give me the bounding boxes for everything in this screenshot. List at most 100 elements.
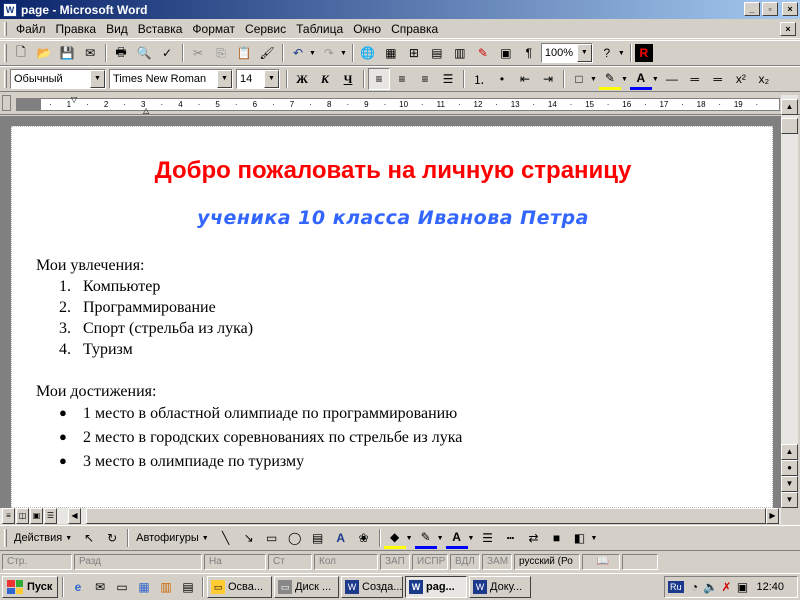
open-folder-icon[interactable]: 📂	[33, 42, 55, 64]
web-view-icon[interactable]: ◫	[16, 508, 29, 524]
borders-icon[interactable]: □	[568, 68, 590, 90]
dash-style-icon[interactable]: ┅	[499, 527, 521, 549]
email-icon[interactable]: ✉	[79, 42, 101, 64]
redo-icon[interactable]: ↷	[318, 42, 340, 64]
scroll-down-icon[interactable]: ▼	[781, 492, 798, 508]
highlight-icon[interactable]: ✎	[598, 68, 621, 90]
3d-icon[interactable]: ◧	[568, 527, 590, 549]
line-color-icon[interactable]: ✎	[414, 527, 437, 549]
spelling-icon[interactable]: ✓	[156, 42, 178, 64]
status-rec[interactable]: ЗАП	[380, 554, 410, 570]
insert-excel-icon[interactable]: ▤	[426, 42, 448, 64]
line-color-dropdown-icon[interactable]: ▼	[437, 535, 444, 542]
show-formatting-icon[interactable]: ¶	[518, 42, 540, 64]
oval-icon[interactable]: ◯	[284, 527, 306, 549]
clock[interactable]: 12:40	[757, 581, 785, 593]
menu-window[interactable]: Окно	[348, 20, 386, 38]
increase-indent-icon[interactable]: ⇥	[537, 68, 559, 90]
font-size-select[interactable]: 14 ▼	[236, 69, 280, 89]
vertical-scrollbar[interactable]: ▲ ▲ ● ▼ ▼	[781, 95, 798, 508]
clipart-icon[interactable]: ❀	[353, 527, 375, 549]
align-center-icon[interactable]: ≡	[391, 68, 413, 90]
highlight-dropdown-icon[interactable]: ▼	[621, 76, 628, 83]
select-browse-object-icon[interactable]: ●	[781, 460, 798, 476]
thick-line-icon[interactable]: ═	[707, 68, 729, 90]
menu-edit[interactable]: Правка	[51, 20, 102, 38]
volume-icon[interactable]: 🔈	[703, 578, 718, 596]
font-color-icon[interactable]: A	[445, 527, 468, 549]
double-line-icon[interactable]: ═	[684, 68, 706, 90]
document-page[interactable]: Добро пожаловать на личную страницу учен…	[11, 126, 773, 508]
task-button[interactable]: ▭ Диск ...	[274, 576, 339, 598]
horizontal-ruler[interactable]: · 1 · 2 · 3 · 4 · 5 · 6 · 7 · 8 · 9 · 10…	[0, 93, 800, 115]
line-style-icon[interactable]: ☰	[476, 527, 498, 549]
numbering-icon[interactable]: ⒈	[468, 68, 490, 90]
task-button-active[interactable]: Wpag...	[405, 576, 467, 598]
style-select[interactable]: Обычный ▼	[10, 69, 106, 89]
status-extend[interactable]: ВДЛ	[450, 554, 480, 570]
scroll-right-icon[interactable]: ▶	[766, 508, 779, 524]
task-button[interactable]: W Созда...	[341, 576, 403, 598]
status-overwrite[interactable]: ЗАМ	[482, 554, 512, 570]
horizontal-scrollbar[interactable]: ≡ ◫ ▣ ☰ ◀ ▶	[0, 508, 781, 524]
insert-table-icon[interactable]: ⊞	[403, 42, 425, 64]
horizontal-scroll-thumb[interactable]	[86, 508, 766, 524]
menu-view[interactable]: Вид	[101, 20, 133, 38]
quicklaunch-app3-icon[interactable]: ▤	[179, 578, 197, 596]
rectangle-icon[interactable]: ▭	[261, 527, 283, 549]
scroll-up-icon[interactable]: ▲	[781, 99, 798, 115]
drawing-icon[interactable]: ✎	[472, 42, 494, 64]
tray-app-icon[interactable]: ▣	[736, 578, 750, 596]
line-style-icon[interactable]: —	[661, 68, 683, 90]
minimize-button[interactable]: _	[744, 2, 760, 16]
quicklaunch-app2-icon[interactable]: ▥	[157, 578, 175, 596]
borders-dropdown-icon[interactable]: ▼	[590, 76, 597, 83]
arrow-icon[interactable]: ↘	[238, 527, 260, 549]
superscript-icon[interactable]: x²	[730, 68, 752, 90]
align-left-icon[interactable]: ≡	[368, 68, 390, 90]
save-icon[interactable]: 💾	[56, 42, 78, 64]
desktop-icon[interactable]: ▭	[113, 578, 131, 596]
status-track[interactable]: ИСПР	[412, 554, 448, 570]
chevron-down-icon[interactable]: ▼	[264, 70, 279, 88]
print-layout-icon[interactable]: ▣	[30, 508, 43, 524]
antivirus-icon[interactable]: ✗	[720, 578, 734, 596]
vertical-scroll-thumb[interactable]	[781, 118, 798, 134]
print-icon[interactable]: 🖶	[110, 42, 132, 64]
quicklaunch-app-icon[interactable]: ▦	[135, 578, 153, 596]
spelling-status-icon[interactable]: 📖	[582, 554, 620, 570]
menu-file[interactable]: Файл	[11, 20, 51, 38]
bold-button[interactable]: Ж	[291, 68, 313, 90]
menu-tools[interactable]: Сервис	[240, 20, 291, 38]
addin-icon[interactable]: R	[634, 44, 653, 62]
hyperlink-icon[interactable]: 🌐	[357, 42, 379, 64]
italic-button[interactable]: К	[314, 68, 336, 90]
chevron-down-icon[interactable]: ▼	[217, 70, 232, 88]
ruler-strip[interactable]: · 1 · 2 · 3 · 4 · 5 · 6 · 7 · 8 · 9 · 10…	[16, 95, 780, 115]
redo-dropdown-icon[interactable]: ▼	[340, 50, 347, 57]
toolbar-grip[interactable]	[4, 70, 7, 88]
underline-button[interactable]: Ч	[337, 68, 359, 90]
more-buttons-icon[interactable]: ▼	[590, 535, 597, 542]
wordart-icon[interactable]: A	[330, 527, 352, 549]
help-dropdown-icon[interactable]: ▼	[618, 50, 625, 57]
format-painter-icon[interactable]: 🖌	[256, 42, 278, 64]
scroll-left-icon[interactable]: ◀	[68, 508, 81, 524]
word-app-icon[interactable]: W	[3, 2, 17, 17]
network-icon[interactable]: ◔	[688, 578, 702, 596]
help-icon[interactable]: ?	[596, 42, 618, 64]
internet-explorer-icon[interactable]: e	[69, 578, 87, 596]
new-document-icon[interactable]: 🗋	[10, 42, 32, 64]
font-color-dropdown-icon[interactable]: ▼	[652, 76, 659, 83]
chevron-down-icon[interactable]: ▼	[576, 44, 592, 62]
font-select[interactable]: Times New Roman ▼	[109, 69, 233, 89]
undo-icon[interactable]: ↶	[287, 42, 309, 64]
align-right-icon[interactable]: ≡	[414, 68, 436, 90]
toolbar-grip[interactable]	[4, 529, 7, 547]
shadow-icon[interactable]: ■	[545, 527, 567, 549]
undo-dropdown-icon[interactable]: ▼	[309, 50, 316, 57]
fill-color-dropdown-icon[interactable]: ▼	[406, 535, 413, 542]
chevron-down-icon[interactable]: ▼	[90, 70, 105, 88]
line-icon[interactable]: ╲	[215, 527, 237, 549]
menu-insert[interactable]: Вставка	[133, 20, 188, 38]
